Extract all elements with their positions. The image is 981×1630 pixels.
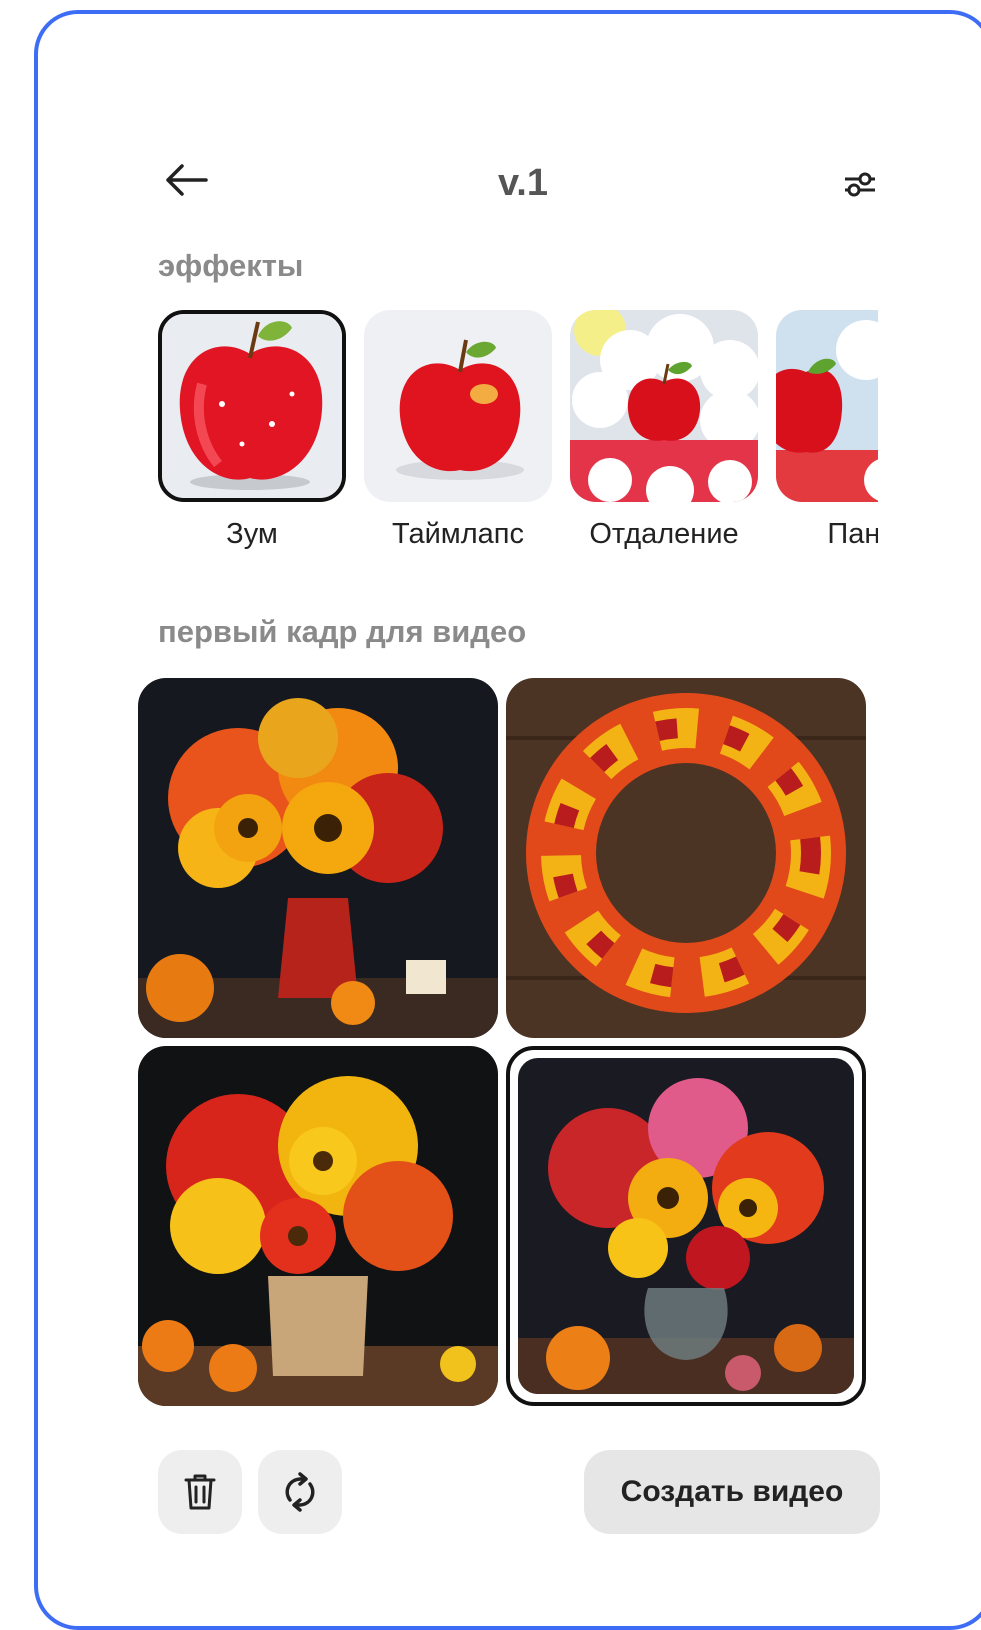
effect-timelapse-thumbnail: [364, 310, 552, 502]
delete-button[interactable]: [158, 1450, 242, 1534]
sliders-icon: [845, 172, 875, 197]
effect-zoom-thumbnail: [158, 310, 346, 502]
action-bar: Создать видео: [158, 1450, 888, 1534]
effect-distance-thumbnail: [570, 310, 758, 502]
effect-label: Панор: [827, 518, 878, 550]
refresh-icon: [285, 1472, 315, 1512]
first-frame-section-label: первый кадр для видео: [158, 614, 527, 649]
effect-panorama[interactable]: Панор: [776, 310, 878, 551]
effects-section-label: эффекты: [158, 248, 304, 283]
effect-zoom[interactable]: Зум: [158, 310, 346, 551]
create-video-button[interactable]: Создать видео: [584, 1450, 880, 1534]
effect-distance[interactable]: Отдаление: [570, 310, 758, 551]
frame-image-4-selected[interactable]: [506, 1046, 866, 1406]
regenerate-button[interactable]: [258, 1450, 342, 1534]
frame-image-2[interactable]: [506, 678, 866, 1038]
effect-label: Зум: [226, 518, 278, 550]
trash-icon: [184, 1474, 216, 1510]
effects-carousel[interactable]: Зум Таймлапс Отдаление Па: [158, 310, 878, 560]
header-bar: v.1: [158, 152, 888, 212]
effect-timelapse[interactable]: Таймлапс: [364, 310, 552, 551]
app-frame: v.1 эффекты Зум Таймлапс Отдаление Па пе…: [34, 10, 981, 1630]
frame-image-3[interactable]: [138, 1046, 498, 1406]
effect-label: Отдаление: [589, 518, 739, 550]
page-title: v.1: [497, 162, 548, 204]
frame-image-1[interactable]: [138, 678, 498, 1038]
effect-label: Таймлапс: [392, 518, 524, 550]
settings-button[interactable]: [832, 156, 888, 212]
effect-panorama-thumbnail: [776, 310, 878, 502]
